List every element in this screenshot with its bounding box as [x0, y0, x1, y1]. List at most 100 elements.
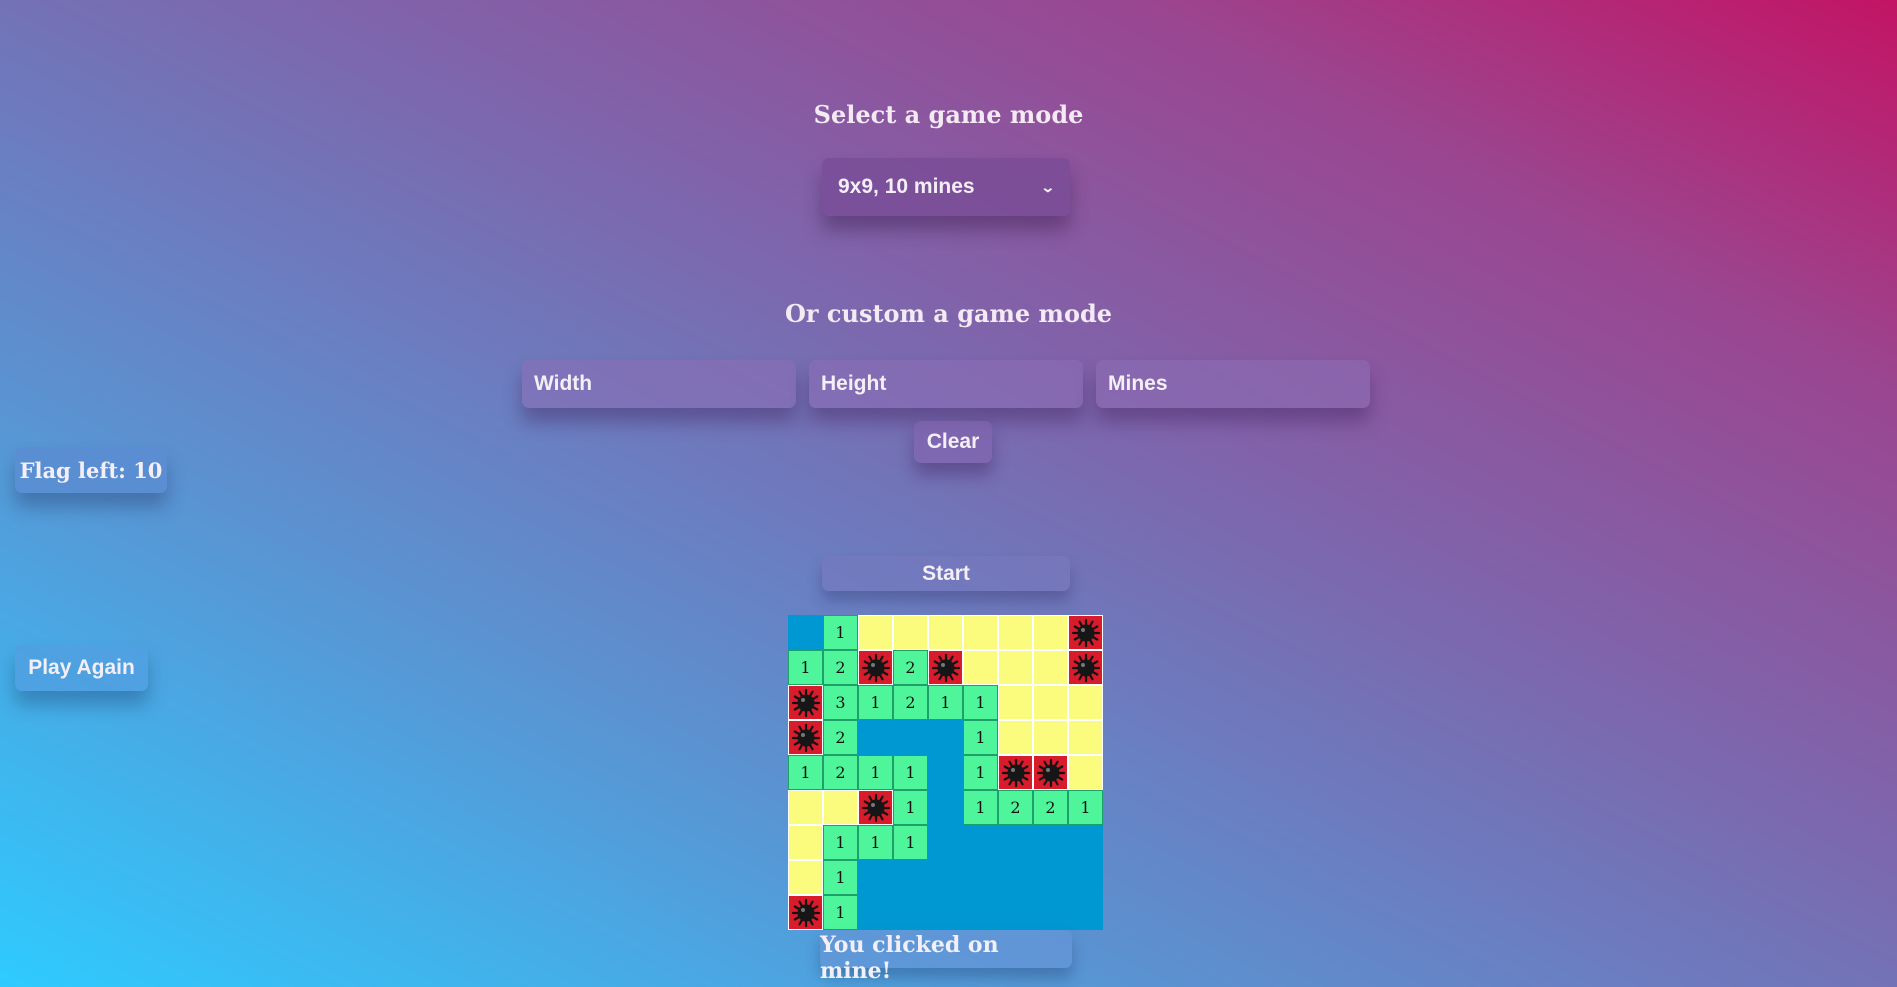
cell-revealed-blank[interactable] [893, 860, 928, 895]
cell-unrevealed[interactable] [1033, 685, 1068, 720]
cell-number[interactable]: 2 [1033, 790, 1068, 825]
cell-revealed-blank[interactable] [963, 860, 998, 895]
cell-unrevealed[interactable] [998, 650, 1033, 685]
cell-revealed-blank[interactable] [1068, 825, 1103, 860]
cell-unrevealed[interactable] [1068, 755, 1103, 790]
cell-revealed-blank[interactable] [1068, 860, 1103, 895]
cell-unrevealed[interactable] [788, 860, 823, 895]
cell-mine[interactable] [1033, 755, 1068, 790]
cell-number[interactable]: 2 [823, 755, 858, 790]
minesweeper-board: 11223121121121111122111111 [788, 615, 1103, 930]
cell-number[interactable]: 1 [963, 685, 998, 720]
cell-number[interactable]: 1 [823, 895, 858, 930]
cell-number[interactable]: 3 [823, 685, 858, 720]
cell-mine[interactable] [928, 650, 963, 685]
cell-number[interactable]: 2 [893, 650, 928, 685]
cell-revealed-blank[interactable] [928, 895, 963, 930]
cell-revealed-blank[interactable] [893, 895, 928, 930]
cell-revealed-blank[interactable] [1068, 895, 1103, 930]
cell-number[interactable]: 1 [893, 790, 928, 825]
cell-number[interactable]: 1 [823, 825, 858, 860]
cell-unrevealed[interactable] [1033, 650, 1068, 685]
cell-revealed-blank[interactable] [858, 860, 893, 895]
game-mode-select[interactable]: 9x9, 10 mines ⌄ [822, 158, 1070, 216]
custom-mode-title: Or custom a game mode [784, 299, 1113, 328]
cell-revealed-blank[interactable] [1033, 860, 1068, 895]
cell-mine[interactable] [788, 720, 823, 755]
cell-unrevealed[interactable] [1033, 615, 1068, 650]
mine-icon [791, 723, 820, 752]
cell-revealed-blank[interactable] [928, 790, 963, 825]
cell-revealed-blank[interactable] [1033, 895, 1068, 930]
cell-mine[interactable] [788, 895, 823, 930]
cell-unrevealed[interactable] [1033, 720, 1068, 755]
width-input[interactable]: Width [522, 360, 796, 408]
cell-mine[interactable] [858, 650, 893, 685]
cell-unrevealed[interactable] [963, 615, 998, 650]
cell-unrevealed[interactable] [998, 685, 1033, 720]
mine-icon [791, 898, 820, 927]
clear-button[interactable]: Clear [914, 421, 992, 463]
cell-unrevealed[interactable] [1068, 685, 1103, 720]
cell-mine[interactable] [1068, 650, 1103, 685]
cell-number[interactable]: 1 [858, 825, 893, 860]
play-again-button[interactable]: Play Again [15, 645, 148, 691]
cell-revealed-blank[interactable] [998, 860, 1033, 895]
height-input[interactable]: Height [809, 360, 1083, 408]
cell-revealed-blank[interactable] [893, 720, 928, 755]
start-button[interactable]: Start [822, 556, 1070, 591]
cell-number[interactable]: 1 [788, 755, 823, 790]
cell-unrevealed[interactable] [893, 615, 928, 650]
cell-number[interactable]: 1 [963, 790, 998, 825]
chevron-down-icon: ⌄ [1040, 178, 1056, 195]
mine-icon [1071, 653, 1100, 682]
cell-mine[interactable] [1068, 615, 1103, 650]
cell-revealed-blank[interactable] [1033, 825, 1068, 860]
cell-revealed-blank[interactable] [788, 615, 823, 650]
cell-number[interactable]: 1 [858, 755, 893, 790]
cell-revealed-blank[interactable] [963, 895, 998, 930]
cell-unrevealed[interactable] [823, 790, 858, 825]
cell-number[interactable]: 1 [928, 685, 963, 720]
cell-revealed-blank[interactable] [998, 895, 1033, 930]
cell-unrevealed[interactable] [998, 720, 1033, 755]
cell-revealed-blank[interactable] [928, 755, 963, 790]
cell-revealed-blank[interactable] [928, 825, 963, 860]
cell-number[interactable]: 1 [893, 755, 928, 790]
cell-revealed-blank[interactable] [928, 860, 963, 895]
game-mode-selected-value: 9x9, 10 mines [838, 175, 975, 198]
cell-revealed-blank[interactable] [963, 825, 998, 860]
cell-unrevealed[interactable] [858, 615, 893, 650]
cell-number[interactable]: 1 [823, 860, 858, 895]
game-status-message: You clicked on mine! [820, 930, 1072, 984]
cell-number[interactable]: 2 [998, 790, 1033, 825]
cell-number[interactable]: 2 [823, 650, 858, 685]
mine-icon [931, 653, 960, 682]
select-mode-title: Select a game mode [813, 100, 1084, 129]
cell-number[interactable]: 1 [823, 615, 858, 650]
cell-revealed-blank[interactable] [858, 895, 893, 930]
mine-icon [1036, 758, 1065, 787]
cell-mine[interactable] [788, 685, 823, 720]
cell-number[interactable]: 1 [963, 720, 998, 755]
cell-unrevealed[interactable] [998, 615, 1033, 650]
cell-number[interactable]: 1 [893, 825, 928, 860]
mine-icon [1001, 758, 1030, 787]
mines-input[interactable]: Mines [1096, 360, 1370, 408]
cell-number[interactable]: 1 [1068, 790, 1103, 825]
cell-revealed-blank[interactable] [858, 720, 893, 755]
cell-mine[interactable] [858, 790, 893, 825]
cell-number[interactable]: 2 [893, 685, 928, 720]
cell-number[interactable]: 1 [788, 650, 823, 685]
cell-revealed-blank[interactable] [998, 825, 1033, 860]
cell-unrevealed[interactable] [788, 825, 823, 860]
cell-unrevealed[interactable] [788, 790, 823, 825]
cell-mine[interactable] [998, 755, 1033, 790]
cell-revealed-blank[interactable] [928, 720, 963, 755]
cell-unrevealed[interactable] [963, 650, 998, 685]
cell-unrevealed[interactable] [928, 615, 963, 650]
cell-number[interactable]: 2 [823, 720, 858, 755]
cell-number[interactable]: 1 [963, 755, 998, 790]
cell-number[interactable]: 1 [858, 685, 893, 720]
cell-unrevealed[interactable] [1068, 720, 1103, 755]
